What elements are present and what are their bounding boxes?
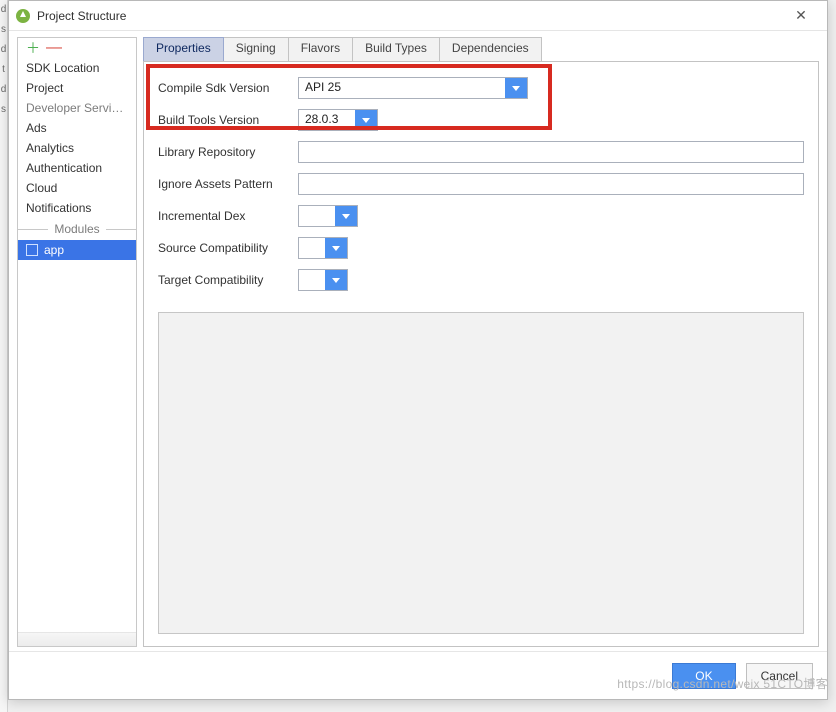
sidebar-modules-header: Modules xyxy=(18,218,136,240)
ok-button[interactable]: OK xyxy=(672,663,735,689)
source-compat-label: Source Compatibility xyxy=(158,241,298,255)
tab-build-types[interactable]: Build Types xyxy=(352,37,440,61)
main-panel: Properties Signing Flavors Build Types D… xyxy=(143,37,819,647)
dialog-footer: OK Cancel xyxy=(9,651,827,699)
remove-module-button[interactable]: — xyxy=(46,41,62,55)
add-module-button[interactable]: ＋ xyxy=(26,41,40,55)
sidebar-group-developer-services: Developer Services xyxy=(18,98,136,118)
sidebar-item-ads[interactable]: Ads xyxy=(18,118,136,138)
dropdown-arrow-icon[interactable] xyxy=(355,110,377,130)
incremental-dex-label: Incremental Dex xyxy=(158,209,298,223)
build-tools-value: 28.0.3 xyxy=(299,110,355,130)
editor-gutter: dsdtds xyxy=(0,0,8,712)
tab-signing[interactable]: Signing xyxy=(223,37,289,61)
titlebar: Project Structure ✕ xyxy=(9,1,827,31)
sidebar-list: SDK Location Project Developer Services … xyxy=(18,58,136,632)
tab-properties[interactable]: Properties xyxy=(143,37,224,61)
compile-sdk-value: API 25 xyxy=(299,78,505,98)
sidebar-item-analytics[interactable]: Analytics xyxy=(18,138,136,158)
source-compat-dropdown[interactable] xyxy=(298,237,348,259)
incremental-dex-value xyxy=(299,206,335,226)
tabs: Properties Signing Flavors Build Types D… xyxy=(143,37,819,61)
compile-sdk-dropdown[interactable]: API 25 xyxy=(298,77,528,99)
empty-content-area xyxy=(158,312,804,634)
target-compat-dropdown[interactable] xyxy=(298,269,348,291)
properties-panel: Compile Sdk Version API 25 Build Tools V… xyxy=(143,61,819,647)
sidebar-item-sdk-location[interactable]: SDK Location xyxy=(18,58,136,78)
module-icon xyxy=(26,244,38,256)
sidebar-scrollbar[interactable] xyxy=(18,632,136,646)
tab-flavors[interactable]: Flavors xyxy=(288,37,353,61)
sidebar-item-project[interactable]: Project xyxy=(18,78,136,98)
tab-dependencies[interactable]: Dependencies xyxy=(439,37,542,61)
dropdown-arrow-icon[interactable] xyxy=(335,206,357,226)
target-compat-label: Target Compatibility xyxy=(158,273,298,287)
build-tools-label: Build Tools Version xyxy=(158,113,298,127)
sidebar-module-app[interactable]: app xyxy=(18,240,136,260)
sidebar-module-label: app xyxy=(44,243,64,257)
android-studio-icon xyxy=(15,8,31,24)
project-structure-dialog: Project Structure ✕ ＋ — SDK Location Pro… xyxy=(8,0,828,700)
compile-sdk-label: Compile Sdk Version xyxy=(158,81,298,95)
incremental-dex-dropdown[interactable] xyxy=(298,205,358,227)
target-compat-value xyxy=(299,270,325,290)
dropdown-arrow-icon[interactable] xyxy=(325,270,347,290)
sidebar-item-cloud[interactable]: Cloud xyxy=(18,178,136,198)
sidebar: ＋ — SDK Location Project Developer Servi… xyxy=(17,37,137,647)
library-repository-label: Library Repository xyxy=(158,145,298,159)
sidebar-item-authentication[interactable]: Authentication xyxy=(18,158,136,178)
source-compat-value xyxy=(299,238,325,258)
library-repository-input[interactable] xyxy=(298,141,804,163)
sidebar-tools: ＋ — xyxy=(18,38,136,58)
ignore-assets-label: Ignore Assets Pattern xyxy=(158,177,298,191)
window-title: Project Structure xyxy=(37,9,781,23)
cancel-button[interactable]: Cancel xyxy=(746,663,813,689)
dropdown-arrow-icon[interactable] xyxy=(505,78,527,98)
sidebar-item-notifications[interactable]: Notifications xyxy=(18,198,136,218)
build-tools-dropdown[interactable]: 28.0.3 xyxy=(298,109,378,131)
ignore-assets-input[interactable] xyxy=(298,173,804,195)
close-button[interactable]: ✕ xyxy=(781,7,821,24)
dropdown-arrow-icon[interactable] xyxy=(325,238,347,258)
